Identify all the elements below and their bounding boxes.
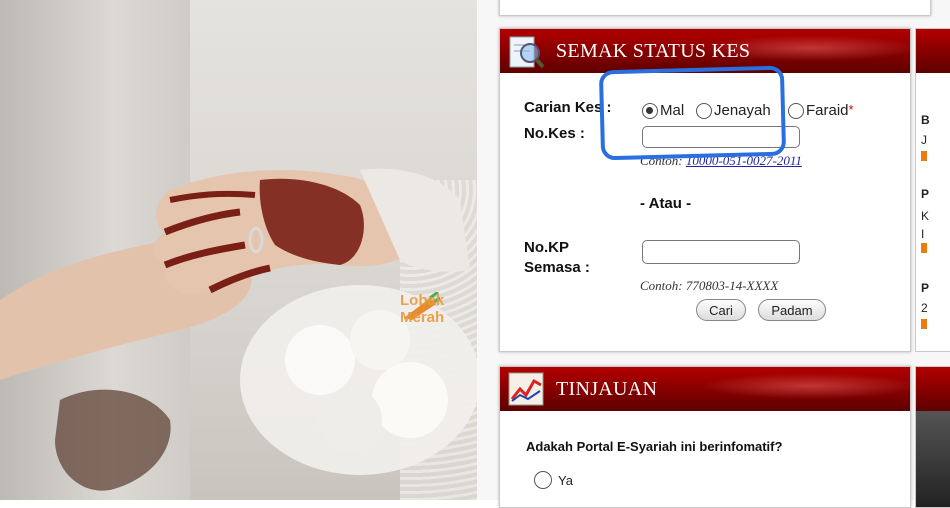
magnifier-document-icon — [509, 36, 545, 69]
side-item: I — [921, 227, 925, 241]
tinjauan-title: TINJAUAN — [556, 378, 658, 400]
side-header-bottom — [916, 367, 950, 411]
semak-title: SEMAK STATUS KES — [556, 40, 751, 62]
nokp-label-line1: No.KP — [524, 239, 569, 256]
side-item: P — [921, 281, 930, 295]
chart-icon — [508, 372, 544, 406]
semak-header: SEMAK STATUS KES — [500, 29, 920, 73]
cari-button[interactable]: Cari — [696, 299, 746, 321]
required-mark: * — [848, 102, 854, 117]
side-item: K — [921, 209, 930, 223]
wedding-photo: Lobak Merah — [0, 0, 477, 500]
radio-faraid-label: Faraid — [806, 102, 849, 119]
radio-ya-dot[interactable] — [534, 471, 552, 489]
nokp-label-line2: Semasa : — [524, 259, 590, 276]
radio-faraid[interactable]: Faraid * — [788, 102, 854, 119]
padam-button[interactable]: Padam — [758, 299, 826, 321]
radio-faraid-dot[interactable] — [788, 102, 804, 119]
radio-ya-label: Ya — [558, 472, 573, 488]
side-item: J — [921, 133, 927, 147]
tinjauan-question: Adakah Portal E-Syariah ini berinfomatif… — [526, 439, 783, 454]
tinjauan-header: TINJAUAN — [500, 367, 920, 411]
side-image — [916, 411, 950, 507]
side-item: P — [921, 187, 930, 201]
watermark: Lobak Merah — [400, 292, 477, 326]
side-item: 2 — [921, 301, 928, 315]
radio-ya[interactable]: Ya — [534, 471, 573, 489]
nokes-label: No.Kes : — [524, 125, 585, 142]
carian-kes-label: Carian Kes : — [524, 99, 612, 116]
side-bullet — [921, 319, 927, 329]
side-bullet — [921, 243, 927, 253]
side-header — [916, 29, 950, 73]
side-panel-top: B J P K I P 2 — [915, 28, 950, 352]
tinjauan-panel: TINJAUAN Adakah Portal E-Syariah ini ber… — [499, 366, 920, 508]
side-panel-bottom — [915, 366, 950, 508]
nokp-input[interactable] — [642, 240, 800, 264]
top-panel-edge — [499, 0, 931, 16]
atau-divider: - Atau - — [640, 195, 692, 212]
side-bullet — [921, 151, 927, 161]
highlight-annotation — [598, 65, 787, 161]
nokp-example: Contoh: 770803-14-XXXX — [640, 278, 779, 293]
side-item: B — [921, 113, 930, 127]
watermark-text: Lobak Merah — [400, 292, 445, 326]
hands-illustration — [0, 168, 477, 491]
